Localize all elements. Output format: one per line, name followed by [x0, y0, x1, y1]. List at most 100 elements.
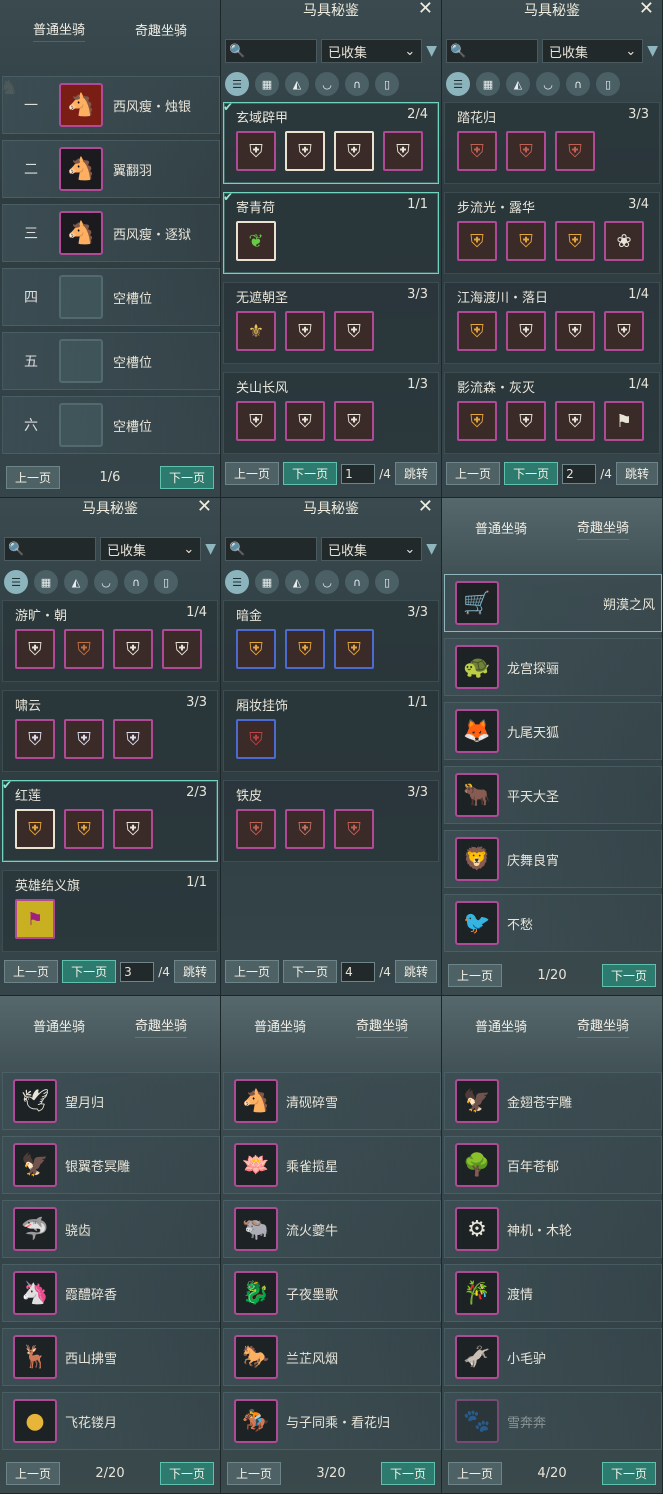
banner-icon[interactable]: ⚑ — [15, 899, 55, 939]
search-input[interactable]: 🔍 — [225, 537, 317, 561]
page-input[interactable]: 1 — [341, 463, 376, 484]
grid-icon[interactable]: ▦ — [255, 570, 279, 594]
search-input[interactable]: 🔍 — [225, 39, 317, 63]
leg-armor-icon[interactable]: ⛨ — [334, 311, 374, 351]
horseshoe-icon[interactable]: ∩ — [345, 72, 369, 96]
close-icon[interactable]: ✕ — [418, 498, 433, 517]
mount-list-item[interactable]: 🦄 霞醴碎香 — [2, 1264, 220, 1322]
mount-list-item[interactable]: 🦈 骁齿 — [2, 1200, 220, 1258]
list-icon[interactable]: ☰ — [225, 570, 249, 594]
next-page-button[interactable]: 下一页 — [62, 960, 117, 983]
chest-gear-icon[interactable]: ◡ — [315, 72, 339, 96]
head-armor-icon[interactable]: ⛨ — [15, 809, 55, 849]
jump-button[interactable]: 跳转 — [173, 960, 216, 983]
close-icon[interactable]: ✕ — [418, 0, 433, 19]
search-input[interactable]: 🔍 — [4, 537, 96, 561]
mount-slot-6[interactable]: 六 空槽位 — [2, 396, 220, 454]
filter-icon[interactable]: ▼ — [426, 43, 437, 59]
mount-list-item[interactable]: 🪷 乘雀揽星 — [223, 1136, 441, 1194]
head-armor-icon[interactable]: ⛨ — [15, 719, 55, 759]
head-gear-icon[interactable]: ◭ — [285, 72, 309, 96]
ornament-icon[interactable]: ⛨ — [236, 719, 276, 759]
tab-fun-mounts[interactable]: 奇趣坐骑 — [576, 517, 629, 540]
set-card[interactable]: 无遮朝圣 3/3 ⚜ ⛨ ⛨ — [223, 282, 439, 364]
tab-normal-mounts[interactable]: 普通坐骑 — [33, 1016, 85, 1038]
head-armor-icon[interactable]: ⛨ — [236, 629, 276, 669]
saddle-icon[interactable]: ⛨ — [506, 401, 546, 441]
prev-page-button[interactable]: 上一页 — [6, 1461, 61, 1485]
ornament-icon[interactable]: ❀ — [604, 221, 644, 261]
next-page-button[interactable]: 下一页 — [504, 462, 559, 485]
mount-list-item[interactable]: 🦌 西山拂雪 — [2, 1328, 220, 1386]
next-page-button[interactable]: 下一页 — [283, 960, 338, 983]
page-input[interactable]: 4 — [341, 961, 376, 982]
set-card[interactable]: 厢妆挂饰 1/1 ⛨ — [223, 690, 439, 772]
mount-list-item[interactable]: 🦁 庆舞良宵 — [444, 830, 662, 888]
mount-list-item[interactable]: 🐢 龙宫探骊 — [444, 638, 662, 696]
saddle-icon[interactable]: ⛨ — [64, 629, 104, 669]
collected-filter-select[interactable]: 已收集 ⌄ — [321, 537, 423, 561]
mount-list-item[interactable]: ● 飞花镂月 — [2, 1392, 220, 1450]
leg-armor-icon[interactable]: ⛨ — [334, 131, 374, 171]
mount-list-item[interactable]: 🏇 与子同乘・看花归 — [223, 1392, 441, 1450]
saddle-icon[interactable]: ⛨ — [506, 131, 546, 171]
ornament-icon[interactable]: ⛨ — [604, 311, 644, 351]
horseshoe-icon[interactable]: ∩ — [345, 570, 369, 594]
head-armor-icon[interactable]: ⛨ — [383, 131, 423, 171]
next-page-button[interactable]: 下一页 — [283, 462, 338, 485]
banner-icon[interactable]: ⚑ — [604, 401, 644, 441]
tab-fun-mounts[interactable]: 奇趣坐骑 — [135, 20, 187, 42]
tab-fun-mounts[interactable]: 奇趣坐骑 — [134, 1015, 187, 1038]
mount-list-item[interactable]: ⚙ 神机・木轮 — [444, 1200, 662, 1258]
filter-icon[interactable]: ▼ — [426, 541, 437, 557]
saddle-icon[interactable]: ⛨ — [64, 719, 104, 759]
prev-page-button[interactable]: 上一页 — [225, 462, 280, 485]
tab-fun-mounts[interactable]: 奇趣坐骑 — [355, 1015, 408, 1038]
list-icon[interactable]: ☰ — [446, 72, 470, 96]
list-icon[interactable]: ☰ — [225, 72, 249, 96]
chest-armor-icon[interactable]: ⛨ — [555, 221, 595, 261]
chest-armor-icon[interactable]: ⛨ — [113, 719, 153, 759]
mount-list-item[interactable]: 🐉 子夜墨歌 — [223, 1264, 441, 1322]
mount-list-item[interactable]: 🫏 小毛驴 — [444, 1328, 662, 1386]
mount-list-item[interactable]: 🦅 银翼苍冥雕 — [2, 1136, 220, 1194]
chest-armor-icon[interactable]: ⛨ — [113, 809, 153, 849]
head-armor-icon[interactable]: ⛨ — [457, 311, 497, 351]
head-armor-icon[interactable]: ⚜ — [236, 311, 276, 351]
mount-slot-3[interactable]: 三 🐴 西风瘦・逐狱 — [2, 204, 220, 262]
tab-normal-mounts[interactable]: 普通坐骑 — [32, 19, 85, 42]
grid-icon[interactable]: ▦ — [476, 72, 500, 96]
head-armor-icon[interactable]: ⛨ — [457, 221, 497, 261]
saddle-icon[interactable]: ⛨ — [64, 809, 104, 849]
close-icon[interactable]: ✕ — [639, 0, 654, 19]
next-page-button[interactable]: 下一页 — [159, 465, 214, 489]
saddle-icon[interactable]: ⛨ — [506, 311, 546, 351]
leg-armor-icon[interactable]: ⛨ — [334, 401, 374, 441]
chest-gear-icon[interactable]: ◡ — [315, 570, 339, 594]
head-armor-icon[interactable]: ⛨ — [236, 401, 276, 441]
mount-list-item[interactable]: 🐦 不愁 — [444, 894, 662, 952]
page-input[interactable]: 2 — [562, 463, 597, 484]
prev-page-button[interactable]: 上一页 — [4, 960, 59, 983]
lotus-ornament-icon[interactable]: ❦ — [236, 221, 276, 261]
saddle-icon[interactable]: ⛨ — [285, 311, 325, 351]
jump-button[interactable]: 跳转 — [394, 960, 437, 983]
saddle-icon[interactable]: ▯ — [154, 570, 178, 594]
armor-icon[interactable]: ⛨ — [285, 131, 325, 171]
horseshoe-icon[interactable]: ∩ — [566, 72, 590, 96]
next-page-button[interactable]: 下一页 — [601, 963, 656, 987]
mount-slot-4[interactable]: 四 空槽位 — [2, 268, 220, 326]
mount-list-item[interactable]: 🐴 清砚碎雪 — [223, 1072, 441, 1130]
prev-page-button[interactable]: 上一页 — [446, 462, 501, 485]
grid-icon[interactable]: ▦ — [255, 72, 279, 96]
close-icon[interactable]: ✕ — [197, 498, 212, 517]
set-card[interactable]: ✔ 玄域辟甲 2/4 ⛨ ⛨ ⛨ ⛨ — [223, 100, 439, 184]
prev-page-button[interactable]: 上一页 — [227, 1461, 282, 1485]
mount-slot-1[interactable]: 一 🐴 西风瘦・烛银 — [2, 76, 220, 134]
next-page-button[interactable]: 下一页 — [601, 1461, 656, 1485]
collected-filter-select[interactable]: 已收集 ⌄ — [321, 39, 423, 63]
set-card[interactable]: 步流光・露华 3/4 ⛨ ⛨ ⛨ ❀ — [444, 192, 660, 274]
mount-list-item[interactable]: 🐃 流火夔牛 — [223, 1200, 441, 1258]
chest-armor-icon[interactable]: ⛨ — [555, 401, 595, 441]
prev-page-button[interactable]: 上一页 — [448, 963, 503, 987]
